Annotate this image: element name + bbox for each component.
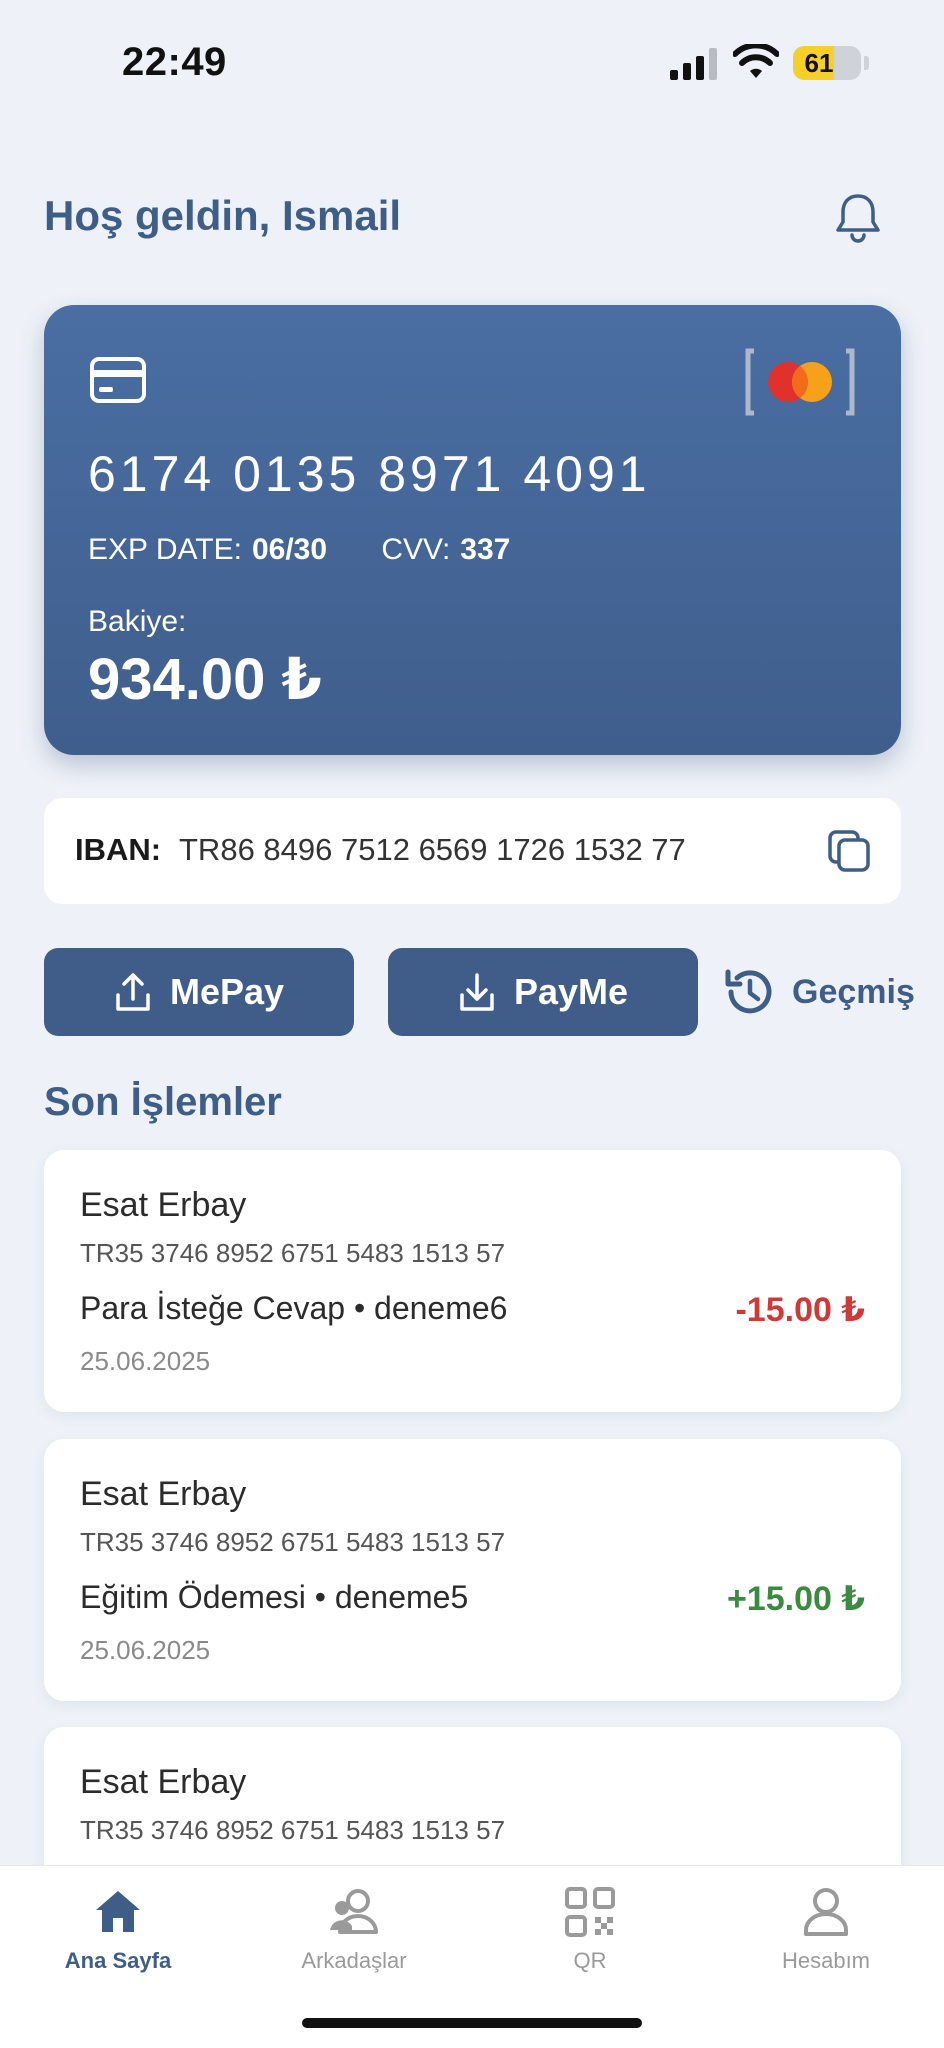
tab-qr[interactable]: QR — [472, 1886, 708, 1974]
tab-account-label: Hesabım — [781, 1948, 871, 1973]
transaction-name: Esat Erbay — [80, 1763, 247, 1801]
transaction-card[interactable]: Esat Erbay TR35 3746 8952 6751 5483 1513… — [44, 1150, 901, 1412]
balance-value: 934.00 ₺ — [88, 647, 322, 712]
transaction-name: Esat Erbay — [80, 1475, 247, 1513]
credit-card-icon — [90, 357, 146, 403]
account-icon — [804, 1888, 848, 1936]
bank-card[interactable]: 6174 0135 8971 4091 EXP DATE: 06/30 CVV: 3… — [44, 305, 901, 755]
friends-icon — [330, 1889, 378, 1934]
payme-label: PayMe — [513, 971, 629, 1012]
transaction-date: 25.06.2025 — [80, 1346, 211, 1376]
home-icon — [96, 1891, 140, 1932]
tab-qr-label: QR — [573, 1948, 607, 1973]
status-time: 22:49 — [122, 40, 227, 84]
copy-icon[interactable] — [826, 828, 872, 874]
transaction-amount: -15.00 ₺ — [735, 1291, 865, 1329]
wifi-icon — [733, 44, 779, 78]
transaction-iban: TR35 3746 8952 6751 5483 1513 57 — [80, 1527, 506, 1557]
recent-transactions-title: Son İşlemler — [44, 1080, 282, 1124]
transaction-description: Para İsteğe Cevap • deneme6 — [80, 1290, 508, 1326]
transaction-description: Eğitim Ödemesi • deneme5 — [80, 1579, 469, 1615]
status-bar: 22:49 61 — [0, 0, 944, 120]
mastercard-logo — [745, 348, 855, 416]
cvv-value: 337 — [460, 533, 511, 566]
qr-code-icon — [565, 1887, 615, 1937]
transaction-iban: TR35 3746 8952 6751 5483 1513 57 — [80, 1238, 506, 1268]
history-icon — [725, 969, 772, 1014]
tab-friends[interactable]: Arkadaşlar — [236, 1886, 472, 1974]
history-button[interactable]: Geçmiş — [722, 960, 915, 1024]
upload-icon — [116, 973, 150, 1011]
balance-label: Bakiye: — [88, 605, 187, 638]
tab-home[interactable]: Ana Sayfa — [0, 1886, 236, 1974]
bell-icon[interactable] — [830, 190, 886, 246]
iban-label: IBAN: — [75, 832, 162, 867]
payme-button[interactable]: PayMe — [388, 948, 698, 1036]
iban-value: TR86 8496 7512 6569 1726 1532 77 — [179, 832, 686, 867]
transaction-amount: +15.00 ₺ — [726, 1580, 865, 1618]
card-number: 6174 0135 8971 4091 — [88, 446, 651, 502]
tab-account[interactable]: Hesabım — [708, 1886, 944, 1974]
transaction-card[interactable]: Esat Erbay TR35 3746 8952 6751 5483 1513… — [44, 1439, 901, 1701]
exp-date-value: 06/30 — [251, 533, 328, 566]
exp-date-label: EXP DATE: — [88, 533, 242, 566]
history-label: Geçmiş — [792, 972, 915, 1011]
greeting-title: Hoş geldin, Ismail — [44, 192, 402, 239]
tab-home-label: Ana Sayfa — [64, 1948, 172, 1973]
iban-box: IBAN: TR86 8496 7512 6569 1726 1532 77 — [44, 798, 901, 904]
battery-tip — [864, 56, 869, 70]
home-indicator — [302, 2018, 642, 2028]
transaction-iban: TR35 3746 8952 6751 5483 1513 57 — [80, 1815, 506, 1845]
mepay-button[interactable]: MePay — [44, 948, 354, 1036]
battery-percentage: 61 — [804, 48, 834, 78]
transaction-date: 25.06.2025 — [80, 1635, 211, 1665]
cellular-signal-icon — [670, 48, 717, 80]
transaction-name: Esat Erbay — [80, 1186, 247, 1224]
tab-friends-label: Arkadaşlar — [301, 1948, 407, 1973]
card-expiry-row: EXP DATE: 06/30 CVV: 337 — [88, 533, 510, 567]
battery-indicator: 61 — [793, 46, 861, 80]
mepay-label: MePay — [169, 971, 285, 1012]
cvv-label: CVV: — [381, 533, 451, 566]
download-icon — [460, 973, 494, 1011]
